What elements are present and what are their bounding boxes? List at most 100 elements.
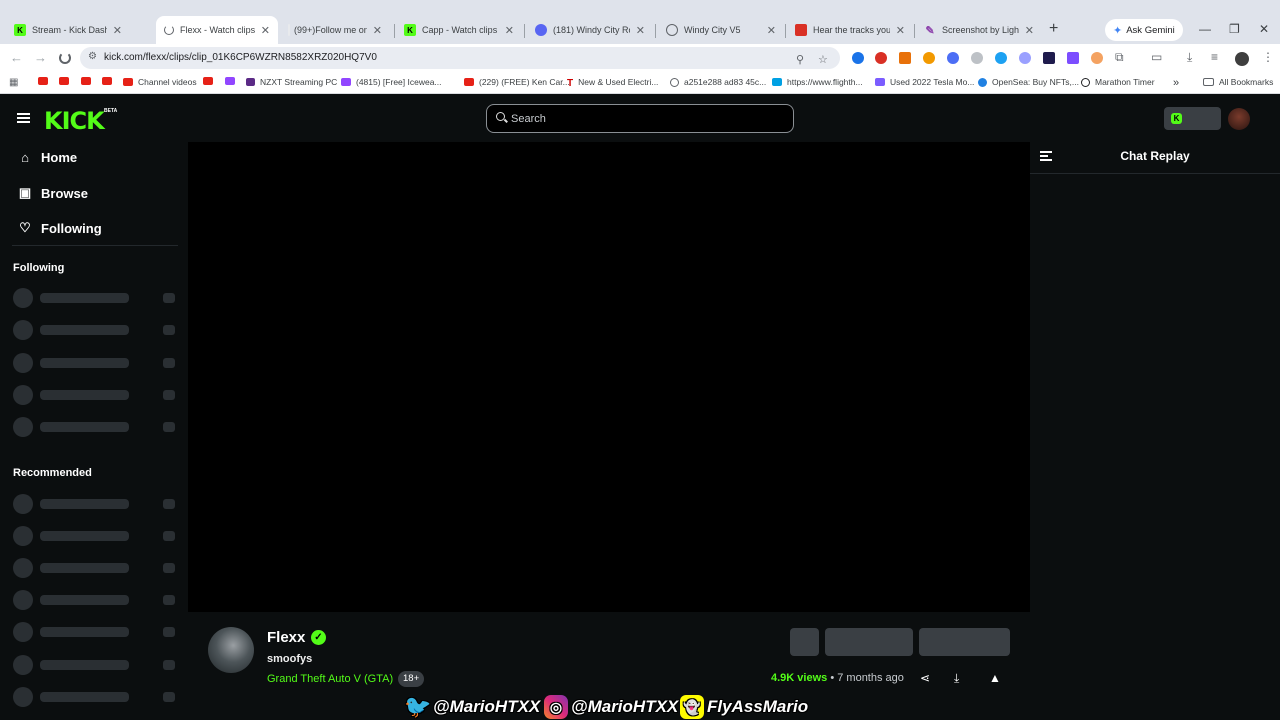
report-warning-icon[interactable]: ▲ xyxy=(989,671,1001,685)
opensea-icon xyxy=(978,77,987,87)
bookmark-flighthub[interactable]: https://www.flighth... xyxy=(772,77,863,87)
minimize-icon[interactable]: — xyxy=(1199,22,1211,36)
collapse-chat-icon[interactable] xyxy=(1040,151,1052,161)
close-icon[interactable]: ✕ xyxy=(261,24,270,37)
page-icon xyxy=(288,24,290,36)
download-icon[interactable]: ⤓ xyxy=(1187,50,1192,65)
nav-home[interactable]: ⌂ Home xyxy=(17,150,77,165)
youtube-icon xyxy=(59,77,69,85)
loading-button-placeholder[interactable] xyxy=(825,628,913,656)
more-menu-icon[interactable]: ⋮ xyxy=(1262,50,1274,64)
close-icon[interactable]: ✕ xyxy=(113,24,122,37)
bookmark-opensea[interactable]: OpenSea: Buy NFTs,... xyxy=(978,77,1079,87)
search-bar[interactable] xyxy=(486,104,794,133)
bookmark-uuid[interactable]: a251e288 ad83 45c... xyxy=(670,77,766,87)
site-info-icon[interactable]: ⚙ xyxy=(88,51,97,62)
menu-icon[interactable] xyxy=(17,113,30,123)
tab-follow-kick[interactable]: (99+)Follow me on Kick ✕ xyxy=(280,18,390,42)
bookmark-youtube[interactable] xyxy=(81,77,96,85)
close-icon[interactable]: ✕ xyxy=(505,24,514,37)
extension-icon[interactable] xyxy=(1091,52,1103,64)
extension-icon[interactable] xyxy=(995,52,1007,64)
bookmark-youtube[interactable] xyxy=(102,77,117,85)
apps-grid-icon[interactable]: ▦ xyxy=(9,77,18,88)
profile-avatar[interactable] xyxy=(1235,52,1249,66)
zoom-icon[interactable]: ⚲ xyxy=(796,53,804,66)
bookmark-twitch[interactable] xyxy=(225,77,240,85)
share-icon[interactable]: ⋖ xyxy=(920,671,930,685)
search-input[interactable] xyxy=(511,111,781,127)
kick-icon: K xyxy=(404,24,416,36)
all-bookmarks-folder[interactable]: All Bookmarks xyxy=(1203,77,1273,87)
instagram-handle-overlay: ◎ @MarioHTXX xyxy=(544,694,678,720)
tab-windy-city-v5[interactable]: Windy City V5 ✕ xyxy=(658,18,784,42)
extension-icon[interactable] xyxy=(947,52,959,64)
address-bar[interactable]: ⚙ kick.com/flexx/clips/clip_01K6CP6WZRN8… xyxy=(80,47,840,69)
bookmark-channel-videos[interactable]: Channel videos xyxy=(123,77,197,87)
sidebar-skeleton-row xyxy=(13,353,176,373)
loading-button-placeholder[interactable]: K xyxy=(1164,107,1221,130)
extension-icon[interactable] xyxy=(1067,52,1079,64)
close-icon[interactable]: ✕ xyxy=(636,24,645,37)
tab-lightshot[interactable]: ✎ Screenshot by Lightshot ✕ xyxy=(916,18,1042,42)
new-tab-button[interactable]: + xyxy=(1049,20,1058,38)
tab-capp-clips[interactable]: K Capp - Watch clips on Kick ✕ xyxy=(396,18,522,42)
ask-gemini-button[interactable]: ✦ Ask Gemini xyxy=(1105,19,1183,41)
close-icon[interactable]: ✕ xyxy=(1025,24,1034,37)
bookmarks-overflow-icon[interactable]: » xyxy=(1173,77,1179,89)
close-icon[interactable]: ✕ xyxy=(373,24,382,37)
window-close-icon[interactable]: ✕ xyxy=(1259,22,1269,36)
media-control-icon[interactable]: ≡ xyxy=(1211,50,1218,64)
extension-icon[interactable] xyxy=(875,52,887,64)
nav-browse[interactable]: ▣ Browse xyxy=(17,185,88,201)
bookmark-icewear[interactable]: (4815) [Free] Icewea... xyxy=(341,77,442,87)
extension-icon[interactable] xyxy=(923,52,935,64)
extension-icon[interactable] xyxy=(1019,52,1031,64)
nav-following[interactable]: ♡ Following xyxy=(17,220,101,236)
view-count: 4.9K views xyxy=(771,672,828,684)
channel-avatar[interactable] xyxy=(208,627,254,673)
tab-hear-tracks[interactable]: Hear the tracks you've ✕ xyxy=(787,18,913,42)
tab-search-icon[interactable]: ▭ xyxy=(1151,50,1162,64)
bookmark-nzxt[interactable]: NZXT Streaming PC xyxy=(246,77,337,87)
sidebar-skeleton-row xyxy=(13,590,176,610)
tesla-icon: T xyxy=(567,78,574,89)
loading-button-placeholder[interactable] xyxy=(919,628,1010,656)
kick-icon: K xyxy=(1171,113,1182,124)
bookmark-youtube[interactable] xyxy=(203,77,218,85)
extension-icon[interactable] xyxy=(852,52,864,64)
category-link[interactable]: Grand Theft Auto V (GTA) xyxy=(267,673,393,685)
metamask-icon[interactable] xyxy=(899,52,911,64)
channel-name[interactable]: Flexx xyxy=(267,629,305,646)
loading-stop-icon[interactable] xyxy=(59,52,71,64)
bookmark-youtube[interactable] xyxy=(38,77,53,85)
close-icon[interactable]: ✕ xyxy=(767,24,776,37)
chat-replay-title: Chat Replay xyxy=(1120,149,1190,163)
tab-flexx-clips[interactable]: Flexx - Watch clips on Kick ✕ xyxy=(156,16,278,44)
tab-windy-city-roleplay[interactable]: (181) Windy City Roleplay ✕ xyxy=(527,18,653,42)
kick-logo[interactable]: KICK xyxy=(44,107,105,135)
restore-icon[interactable]: ❐ xyxy=(1229,22,1240,36)
back-arrow-icon[interactable]: ← xyxy=(10,50,23,65)
browser-toolbar: ← → ⚙ kick.com/flexx/clips/clip_01K6CP6W… xyxy=(0,44,1280,72)
shield-icon[interactable] xyxy=(971,52,983,64)
twitter-handle-overlay: 🐦 @MarioHTXX xyxy=(404,694,541,719)
sidebar-divider xyxy=(12,245,178,246)
discord-icon xyxy=(535,24,547,36)
user-avatar[interactable] xyxy=(1228,108,1250,130)
download-icon[interactable]: ⤓ xyxy=(954,671,959,686)
video-player[interactable] xyxy=(188,142,1030,612)
bookmark-ken-carson[interactable]: (229) (FREE) Ken Car... xyxy=(464,77,570,87)
bookmark-star-icon[interactable]: ☆ xyxy=(818,53,828,66)
extensions-puzzle-icon[interactable]: ⧉ xyxy=(1115,50,1124,65)
tab-stream-dashboard[interactable]: K Stream - Kick Dashboard ✕ xyxy=(6,18,130,42)
forward-arrow-icon[interactable]: → xyxy=(34,50,47,65)
loading-button-placeholder[interactable] xyxy=(790,628,819,656)
close-icon[interactable]: ✕ xyxy=(896,24,905,37)
sidebar-skeleton-row xyxy=(13,320,176,340)
bookmark-tesla[interactable]: T New & Used Electri... xyxy=(567,77,658,89)
bookmark-marathon-timer[interactable]: Marathon Timer xyxy=(1081,77,1155,87)
bookmark-carvana-tesla[interactable]: Used 2022 Tesla Mo... xyxy=(875,77,974,87)
extension-icon[interactable] xyxy=(1043,52,1055,64)
bookmark-youtube[interactable] xyxy=(59,77,74,85)
